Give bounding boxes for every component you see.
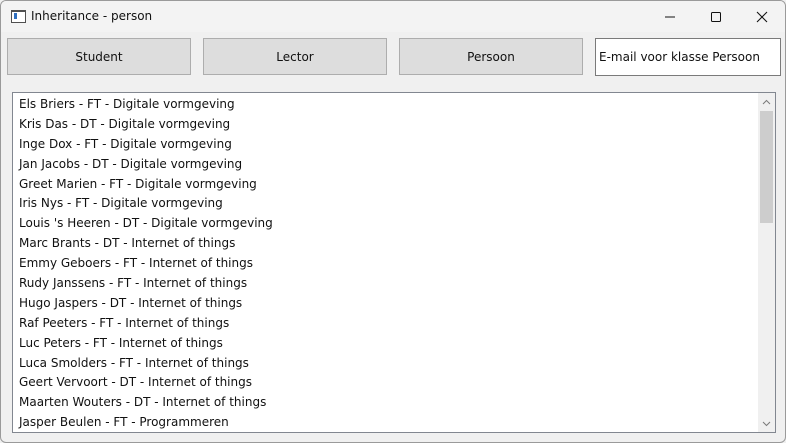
list-item[interactable]: Louis 's Heeren - DT - Digitale vormgevi…: [13, 213, 757, 233]
chevron-down-icon: [762, 421, 771, 426]
list-item[interactable]: Inge Dox - FT - Digitale vormgeving: [13, 134, 757, 154]
list-items: Els Briers - FT - Digitale vormgeving Kri…: [13, 94, 757, 432]
close-icon: [756, 11, 768, 22]
list-item[interactable]: Geert Vervoort - DT - Internet of things: [13, 372, 757, 392]
scroll-thumb[interactable]: [760, 111, 773, 223]
list-item[interactable]: Rudy Janssens - FT - Internet of things: [13, 273, 757, 293]
app-window-icon: [11, 10, 26, 23]
title-bar[interactable]: Inheritance - person: [1, 1, 785, 32]
persoon-button[interactable]: Persoon: [399, 38, 583, 75]
chevron-up-icon: [762, 99, 771, 104]
list-item[interactable]: Maarten Wouters - DT - Internet of thing…: [13, 392, 757, 412]
maximize-icon: [711, 11, 721, 22]
maximize-button[interactable]: [693, 1, 739, 32]
app-window: Inheritance - person Student Lector Pers…: [0, 0, 786, 443]
list-item[interactable]: Marc Brants - DT - Internet of things: [13, 233, 757, 253]
window-title: Inheritance - person: [31, 9, 153, 23]
vertical-scrollbar[interactable]: [758, 93, 775, 432]
close-button[interactable]: [739, 1, 785, 32]
scroll-up-button[interactable]: [758, 93, 775, 110]
list-item[interactable]: Jasper Beulen - FT - Programmeren: [13, 412, 757, 432]
list-item[interactable]: Luca Smolders - FT - Internet of things: [13, 353, 757, 373]
list-item[interactable]: Greet Marien - FT - Digitale vormgeving: [13, 174, 757, 194]
minimize-button[interactable]: [647, 1, 693, 32]
list-item[interactable]: Els Briers - FT - Digitale vormgeving: [13, 94, 757, 114]
list-item[interactable]: Kris Das - DT - Digitale vormgeving: [13, 114, 757, 134]
person-listbox[interactable]: Els Briers - FT - Digitale vormgeving Kri…: [12, 92, 776, 433]
list-item[interactable]: Iris Nys - FT - Digitale vormgeving: [13, 193, 757, 213]
list-item[interactable]: Hugo Jaspers - DT - Internet of things: [13, 293, 757, 313]
student-button[interactable]: Student: [7, 38, 191, 75]
lector-button[interactable]: Lector: [203, 38, 387, 75]
minimize-icon: [665, 16, 675, 17]
list-item[interactable]: Emmy Geboers - FT - Internet of things: [13, 253, 757, 273]
list-item[interactable]: Luc Peters - FT - Internet of things: [13, 333, 757, 353]
email-input[interactable]: [595, 38, 781, 76]
list-item[interactable]: Jan Jacobs - DT - Digitale vormgeving: [13, 154, 757, 174]
scroll-down-button[interactable]: [758, 415, 775, 432]
list-item[interactable]: Raf Peeters - FT - Internet of things: [13, 313, 757, 333]
